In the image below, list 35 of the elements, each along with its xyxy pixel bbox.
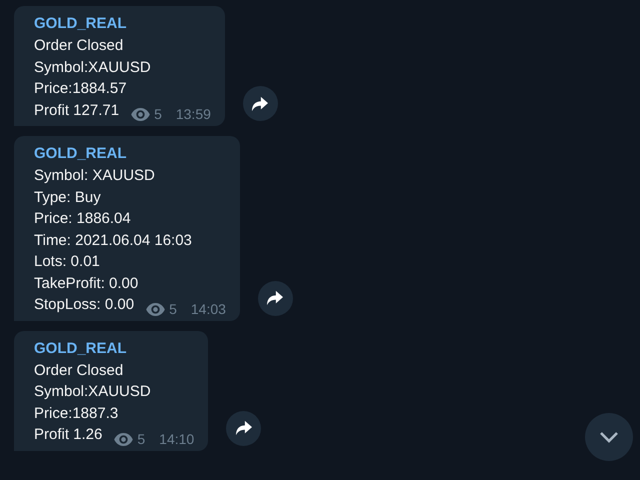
message-time: 14:03	[190, 300, 226, 316]
message-text: StopLoss: 0.00	[34, 295, 134, 315]
message-text: Profit 1.26	[34, 425, 102, 445]
forward-button[interactable]	[226, 410, 262, 446]
channel-name[interactable]: GOLD_REAL	[34, 13, 211, 35]
message-time: 14:10	[159, 430, 194, 446]
message-text: Symbol: XAUUSD	[34, 166, 156, 186]
message-text: Profit 127.71	[34, 100, 120, 120]
channel-name[interactable]: GOLD_REAL	[34, 143, 226, 165]
message-text: Price:1884.57	[34, 79, 128, 99]
message-text: Time: 2021.06.04 16:03	[34, 230, 193, 250]
forward-button[interactable]	[258, 280, 293, 316]
message-text: Lots: 0.01	[34, 252, 101, 272]
share-arrow-icon	[251, 96, 270, 112]
message-text: Symbol:XAUUSD	[34, 58, 152, 78]
share-arrow-icon	[234, 420, 253, 436]
view-count: 5	[169, 300, 177, 316]
message-text: Price:1887.3	[34, 404, 120, 424]
chevron-down-icon	[599, 431, 619, 443]
share-arrow-icon	[266, 290, 284, 306]
scroll-down-button[interactable]	[585, 413, 633, 461]
views-icon	[114, 432, 134, 446]
view-count: 5	[154, 106, 162, 122]
message-text: Order Closed	[34, 36, 124, 56]
channel-name[interactable]: GOLD_REAL	[34, 338, 194, 360]
message-text: Price: 1886.04	[34, 209, 132, 229]
views-icon	[131, 108, 150, 121]
forward-button[interactable]	[242, 86, 278, 121]
message-text: Order Closed	[34, 360, 124, 380]
message-time: 13:59	[176, 106, 211, 122]
views-icon	[146, 302, 166, 316]
message-text: Type: Buy	[34, 188, 102, 208]
message-text: Symbol:XAUUSD	[34, 382, 152, 402]
view-count: 5	[137, 430, 146, 446]
message-text: TakeProfit: 0.00	[34, 274, 140, 294]
